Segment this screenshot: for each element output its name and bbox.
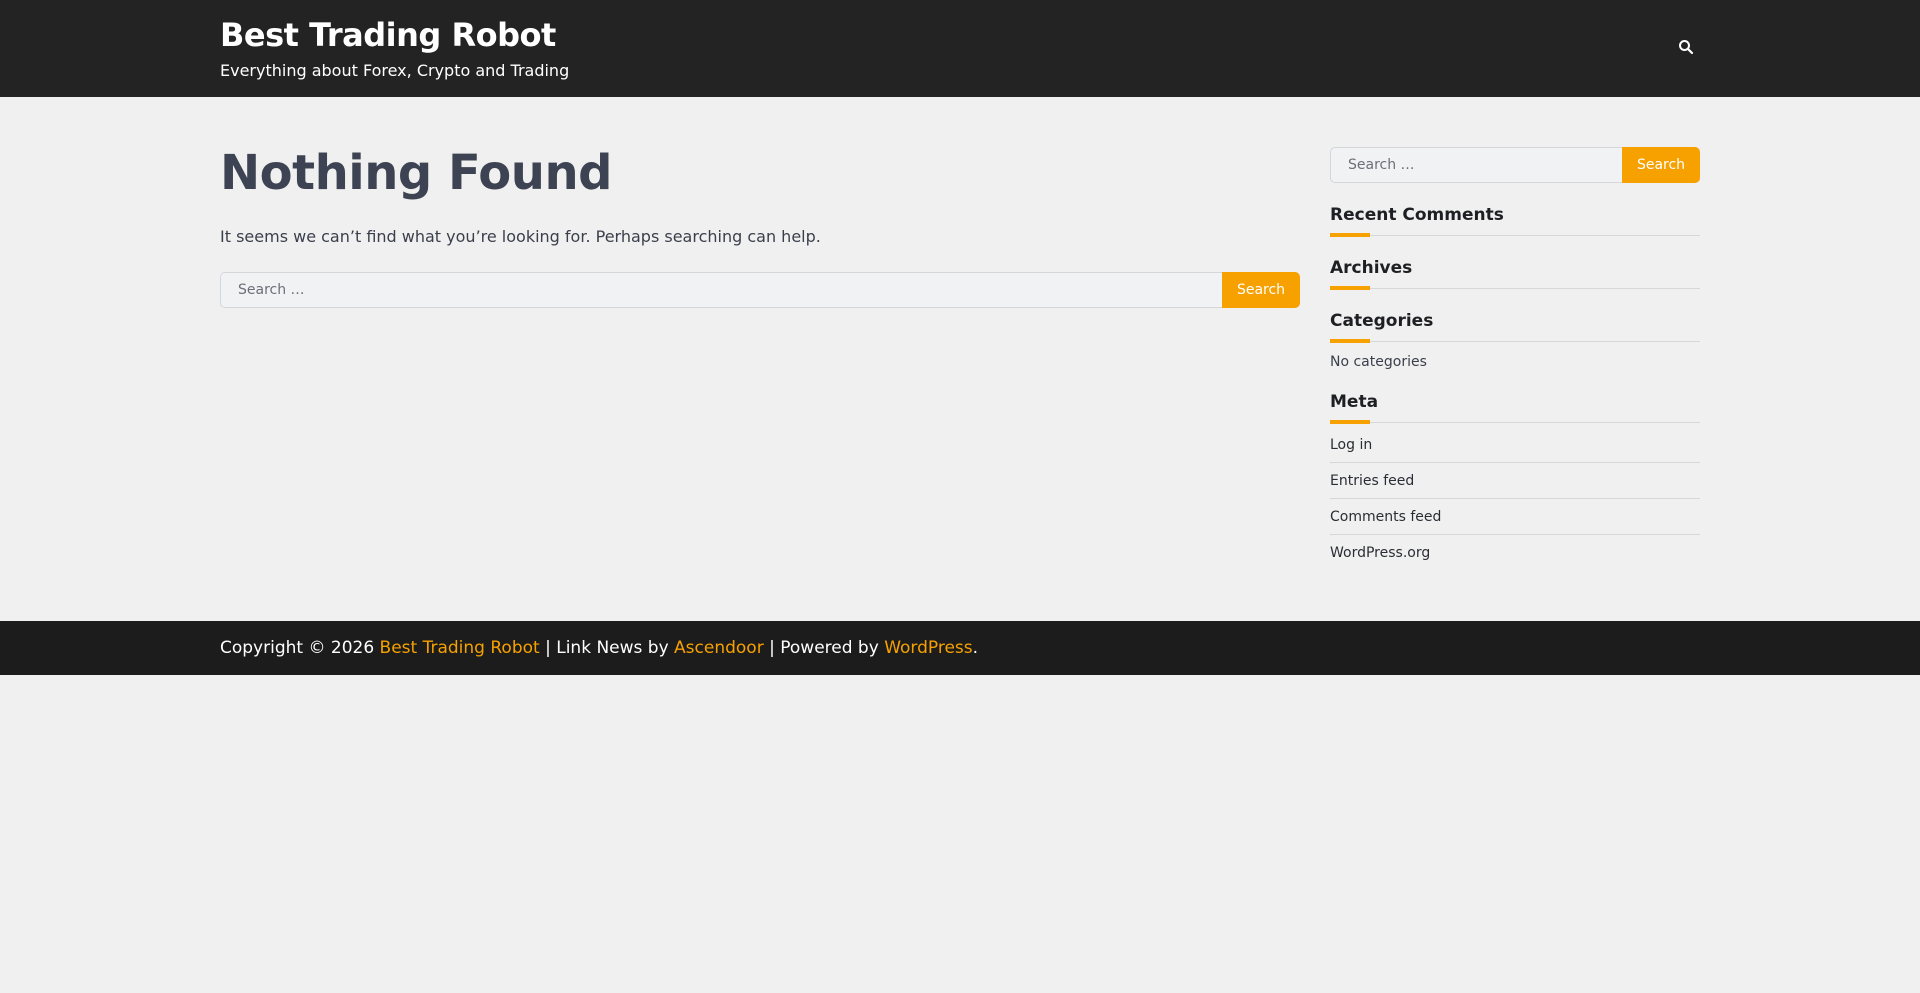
widget-title-recent-comments: Recent Comments <box>1330 205 1700 237</box>
meta-link-wordpress-org[interactable]: WordPress.org <box>1330 535 1700 571</box>
sidebar: Search Recent Comments Archives Categori… <box>1330 147 1700 571</box>
sidebar-search-input[interactable] <box>1330 147 1622 183</box>
meta-link-log-in[interactable]: Log in <box>1330 427 1700 463</box>
widget-meta: Meta Log in Entries feed Comments feed W… <box>1330 392 1700 571</box>
widget-title-archives: Archives <box>1330 258 1700 290</box>
site-header: Best Trading Robot Everything about Fore… <box>0 0 1920 97</box>
categories-empty-text: No categories <box>1330 354 1427 370</box>
sidebar-search-form: Search <box>1330 147 1700 183</box>
widget-recent-comments: Recent Comments <box>1330 205 1700 237</box>
content-area: Nothing Found It seems we can’t find wha… <box>220 97 1700 621</box>
footer-separator-powered: | Powered by <box>763 638 885 658</box>
main-search-form: Search <box>220 271 1300 308</box>
widget-title-meta: Meta <box>1330 392 1700 424</box>
main-content: Nothing Found It seems we can’t find wha… <box>220 145 1300 308</box>
footer-credits: Copyright © 2026 Best Trading Robot | Li… <box>220 621 1700 675</box>
main-search-button[interactable]: Search <box>1222 271 1300 308</box>
footer-copyright-text: Copyright © 2026 <box>220 638 380 658</box>
page-message: It seems we can’t find what you’re looki… <box>220 226 821 246</box>
footer-author-link[interactable]: Ascendoor <box>674 638 764 658</box>
site-footer: Copyright © 2026 Best Trading Robot | Li… <box>0 621 1920 675</box>
header-inner: Best Trading Robot Everything about Fore… <box>220 0 1700 97</box>
site-title[interactable]: Best Trading Robot <box>220 16 556 54</box>
main-search-input[interactable] <box>220 271 1222 308</box>
widget-title-categories: Categories <box>1330 311 1700 343</box>
search-icon[interactable] <box>1677 38 1695 56</box>
meta-link-comments-feed[interactable]: Comments feed <box>1330 499 1700 535</box>
page-title: Nothing Found <box>220 145 612 201</box>
footer-separator-theme: | Link News by <box>539 638 675 658</box>
footer-wordpress-link[interactable]: WordPress <box>884 638 972 658</box>
meta-link-entries-feed[interactable]: Entries feed <box>1330 463 1700 499</box>
sidebar-search-button[interactable]: Search <box>1622 147 1700 183</box>
widget-categories: Categories No categories <box>1330 311 1700 370</box>
widget-archives: Archives <box>1330 258 1700 290</box>
footer-site-link[interactable]: Best Trading Robot <box>380 638 540 658</box>
meta-list: Log in Entries feed Comments feed WordPr… <box>1330 423 1700 571</box>
site-tagline: Everything about Forex, Crypto and Tradi… <box>220 61 570 80</box>
footer-suffix: . <box>972 638 979 658</box>
